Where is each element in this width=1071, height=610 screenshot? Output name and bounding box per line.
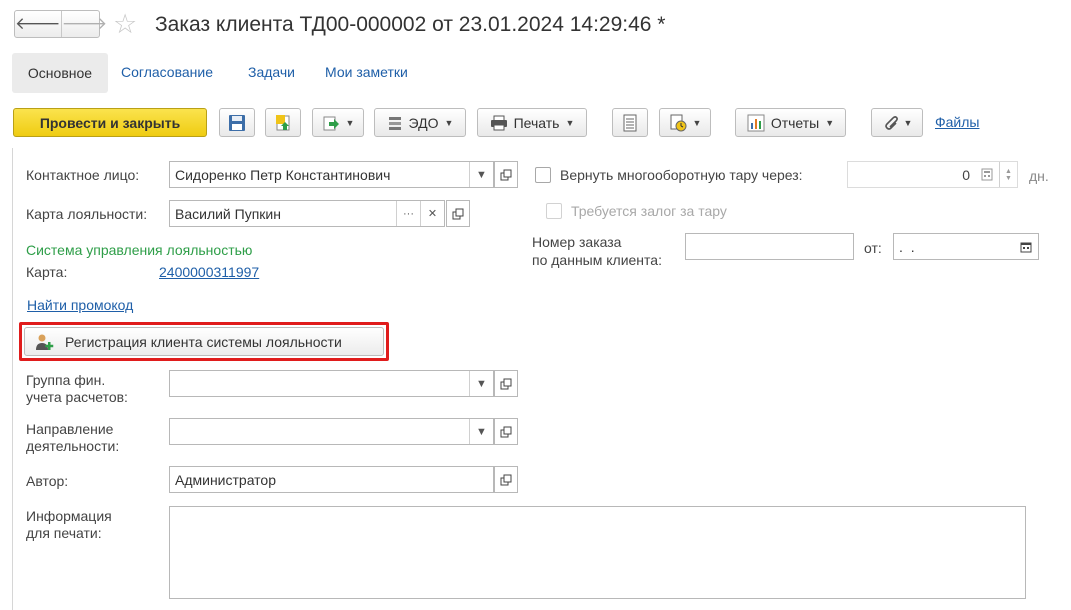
print-label: Печать [513, 114, 560, 131]
chevron-down-icon[interactable]: ▼ [469, 371, 493, 396]
edo-icon [388, 116, 401, 130]
open-fin-group-button[interactable] [494, 370, 518, 397]
return-tara-checkbox[interactable] [535, 167, 551, 183]
spin-buttons-icon[interactable]: ▲ ▼ [999, 162, 1017, 187]
history-button[interactable]: ▼ [659, 108, 711, 137]
arrow-right-icon: 🡒 [61, 14, 108, 33]
client-order-label-2: по данным клиента: [532, 252, 662, 268]
client-order-number-field[interactable] [685, 233, 854, 260]
open-window-icon [500, 169, 512, 180]
fin-group-label-1: Группа фин. [26, 372, 106, 388]
paperclip-icon [884, 115, 898, 130]
print-button[interactable]: Печать ▼ [477, 108, 587, 137]
edo-button[interactable]: ЭДО ▼ [374, 108, 466, 137]
save-button[interactable] [219, 108, 255, 137]
author-label: Автор: [26, 473, 69, 489]
post-and-close-button[interactable]: Провести и закрыть [13, 108, 207, 137]
loyalty-card-value: Василий Пупкин [175, 205, 281, 222]
tab-main[interactable]: Основное [12, 53, 108, 93]
create-based-icon [323, 116, 339, 130]
chevron-down-icon: ▼ [444, 117, 454, 128]
open-loyalty-card-button[interactable] [446, 200, 470, 227]
calculator-icon[interactable] [975, 162, 999, 187]
post-button[interactable] [265, 108, 301, 137]
clear-icon[interactable]: ✕ [420, 201, 444, 226]
loyalty-card-field[interactable]: Василий Пупкин ··· ✕ [169, 200, 445, 227]
reports-label: Отчеты [770, 114, 820, 131]
loyalty-card-label: Карта лояльности: [26, 206, 148, 222]
back-button[interactable]: 🡐 [15, 11, 61, 37]
from-label: от: [864, 240, 882, 256]
printer-icon [490, 115, 507, 130]
card-label: Карта: [26, 264, 68, 280]
select-more-icon[interactable]: ··· [396, 201, 420, 226]
highlight-frame [19, 322, 389, 361]
deposit-label: Требуется залог за тару [571, 203, 727, 219]
post-document-icon [276, 114, 290, 130]
tab-tasks[interactable]: Задачи [248, 64, 295, 80]
contact-person-value: Сидоренко Петр Константинович [175, 166, 391, 183]
chevron-down-icon[interactable]: ▼ [469, 162, 493, 187]
chevron-down-icon: ▼ [903, 117, 913, 128]
deposit-checkbox [546, 203, 562, 219]
report-chart-icon [747, 114, 765, 131]
list-document-icon [623, 114, 637, 131]
create-based-on-button[interactable]: ▼ [312, 108, 364, 137]
return-tara-days-value: 0 [962, 166, 970, 183]
print-info-textarea[interactable] [169, 506, 1026, 599]
print-info-label-1: Информация [26, 508, 112, 524]
chevron-down-icon: ▼ [345, 117, 355, 128]
arrow-left-icon: 🡐 [15, 14, 61, 33]
fin-group-label-2: учета расчетов: [26, 389, 128, 405]
tab-my-notes[interactable]: Мои заметки [325, 64, 408, 80]
edo-label: ЭДО [408, 114, 439, 131]
return-tara-label: Вернуть многооборотную тару через: [560, 167, 803, 183]
direction-label-1: Направление [26, 421, 114, 437]
open-window-icon [500, 474, 512, 485]
open-window-icon [452, 208, 464, 219]
navigation-group: 🡐 🡒 [14, 10, 107, 38]
loyalty-system-label: Система управления лояльностью [26, 242, 253, 258]
open-contact-button[interactable] [494, 161, 518, 188]
days-unit-label: дн. [1029, 168, 1049, 184]
open-direction-button[interactable] [494, 418, 518, 445]
files-link[interactable]: Файлы [935, 114, 979, 130]
form-border [12, 148, 13, 610]
document-clock-icon [670, 114, 687, 131]
star-icon[interactable]: ☆ [113, 9, 137, 39]
structure-button[interactable] [612, 108, 648, 137]
open-window-icon [500, 378, 512, 389]
client-order-label-1: Номер заказа [532, 234, 622, 250]
direction-label-2: деятельности: [26, 438, 120, 454]
return-tara-days-field[interactable]: 0 ▲ ▼ [847, 161, 1018, 188]
card-number-link[interactable]: 2400000311997 [159, 264, 259, 280]
calendar-icon[interactable] [1014, 234, 1038, 259]
open-author-button[interactable] [494, 466, 518, 493]
direction-field[interactable]: ▼ [169, 418, 494, 445]
forward-button[interactable]: 🡒 [60, 11, 108, 37]
author-value: Администратор [175, 471, 277, 488]
from-date-value: . . [899, 238, 917, 255]
contact-person-label: Контактное лицо: [26, 167, 140, 183]
from-date-field[interactable]: . . [893, 233, 1039, 260]
author-field[interactable]: Администратор [169, 466, 494, 493]
fin-group-field[interactable]: ▼ [169, 370, 494, 397]
find-promo-link[interactable]: Найти промокод [27, 297, 133, 313]
attach-button[interactable]: ▼ [871, 108, 923, 137]
chevron-down-icon: ▼ [692, 117, 702, 128]
reports-button[interactable]: Отчеты ▼ [735, 108, 846, 137]
page-title: Заказ клиента ТД00-000002 от 23.01.2024 … [155, 13, 666, 36]
print-info-label-2: для печати: [26, 525, 102, 541]
chevron-down-icon: ▼ [565, 117, 575, 128]
contact-person-field[interactable]: Сидоренко Петр Константинович ▼ [169, 161, 494, 188]
chevron-down-icon[interactable]: ▼ [469, 419, 493, 444]
tab-approval[interactable]: Согласование [121, 64, 213, 80]
chevron-down-icon: ▼ [825, 117, 835, 128]
open-window-icon [500, 426, 512, 437]
floppy-disk-icon [229, 114, 245, 131]
